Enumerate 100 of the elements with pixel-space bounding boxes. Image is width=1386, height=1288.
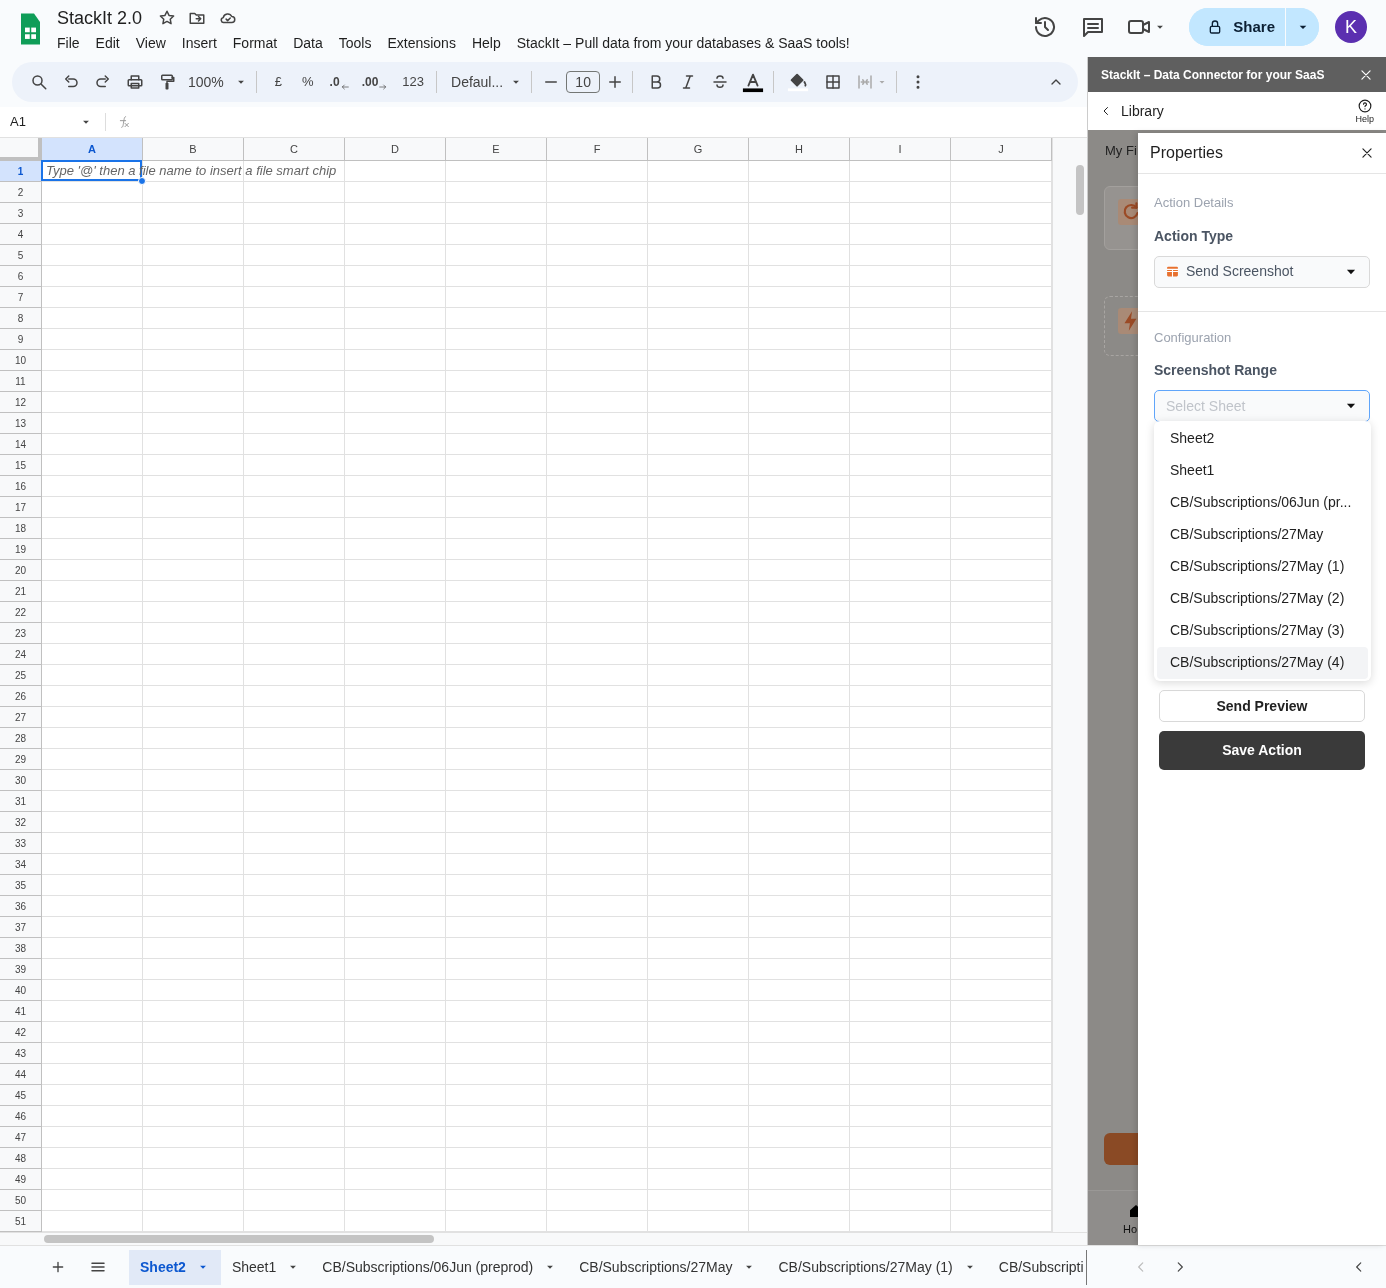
- decrease-decimal-button[interactable]: .0: [329, 76, 340, 88]
- row-header[interactable]: 46: [0, 1106, 42, 1127]
- row-header[interactable]: 1: [0, 161, 42, 182]
- row-header[interactable]: 28: [0, 728, 42, 749]
- close-icon[interactable]: [1360, 146, 1374, 160]
- dropdown-option[interactable]: CB/Subscriptions/27May (3): [1157, 614, 1368, 647]
- row-header[interactable]: 33: [0, 833, 42, 854]
- paint-format-icon[interactable]: [158, 73, 176, 91]
- strikethrough-icon[interactable]: [711, 73, 730, 91]
- column-header[interactable]: C: [244, 138, 345, 161]
- row-header[interactable]: 13: [0, 413, 42, 434]
- merge-cells-icon[interactable]: [856, 73, 875, 91]
- row-header[interactable]: 19: [0, 539, 42, 560]
- row-header[interactable]: 26: [0, 686, 42, 707]
- fill-handle[interactable]: [138, 177, 146, 185]
- column-header[interactable]: A: [42, 138, 143, 161]
- column-header[interactable]: G: [648, 138, 749, 161]
- menu-item[interactable]: File: [57, 34, 80, 52]
- row-header[interactable]: 27: [0, 707, 42, 728]
- row-header[interactable]: 14: [0, 434, 42, 455]
- row-header[interactable]: 47: [0, 1127, 42, 1148]
- row-header[interactable]: 35: [0, 875, 42, 896]
- row-header[interactable]: 41: [0, 1001, 42, 1022]
- send-preview-button[interactable]: Send Preview: [1159, 690, 1365, 722]
- document-title[interactable]: StackIt 2.0: [57, 6, 143, 30]
- borders-icon[interactable]: [824, 73, 843, 91]
- row-header[interactable]: 48: [0, 1148, 42, 1169]
- cell-reference[interactable]: A1: [10, 112, 70, 132]
- star-icon[interactable]: [158, 9, 177, 27]
- row-header[interactable]: 3: [0, 203, 42, 224]
- dropdown-option[interactable]: Sheet2: [1157, 422, 1368, 455]
- row-header[interactable]: 10: [0, 350, 42, 371]
- column-header[interactable]: F: [547, 138, 648, 161]
- row-header[interactable]: 4: [0, 224, 42, 245]
- print-icon[interactable]: [126, 73, 144, 91]
- menu-item[interactable]: Edit: [95, 34, 120, 52]
- save-action-button[interactable]: Save Action: [1159, 731, 1365, 770]
- vertical-scrollbar[interactable]: [1052, 138, 1087, 1232]
- dropdown-option[interactable]: CB/Subscriptions/27May (2): [1157, 582, 1368, 615]
- sheet-tab[interactable]: CB/Subscriptions/27May (1): [767, 1249, 988, 1285]
- increase-decimal-button[interactable]: .00: [361, 76, 379, 88]
- sheet-tab[interactable]: CB/Subscripti: [987, 1249, 1087, 1285]
- row-header[interactable]: 51: [0, 1211, 42, 1232]
- account-avatar[interactable]: K: [1335, 11, 1367, 43]
- row-header[interactable]: 44: [0, 1064, 42, 1085]
- row-header[interactable]: 5: [0, 245, 42, 266]
- row-header[interactable]: 16: [0, 476, 42, 497]
- dropdown-option[interactable]: CB/Subscriptions/06Jun (pr...: [1157, 486, 1368, 519]
- menu-item[interactable]: Format: [232, 34, 278, 52]
- percent-format-button[interactable]: %: [298, 72, 318, 92]
- row-header[interactable]: 21: [0, 581, 42, 602]
- column-header[interactable]: E: [446, 138, 547, 161]
- menu-item[interactable]: StackIt – Pull data from your databases & SaaS tools!: [516, 34, 850, 52]
- horizontal-scrollbar[interactable]: [0, 1232, 1087, 1245]
- row-header[interactable]: 40: [0, 980, 42, 1001]
- currency-format-button[interactable]: £: [270, 72, 287, 92]
- sheet-tab[interactable]: CB/Subscriptions/06Jun (preprod): [311, 1249, 569, 1285]
- row-header[interactable]: 30: [0, 770, 42, 791]
- text-color-icon[interactable]: [741, 71, 766, 93]
- comment-icon[interactable]: [1081, 15, 1106, 39]
- sheets-logo-icon[interactable]: [18, 12, 42, 46]
- sheet-tab[interactable]: CB/Subscriptions/27May: [568, 1249, 768, 1285]
- history-icon[interactable]: [1033, 15, 1058, 39]
- cell-grid[interactable]: [42, 161, 1052, 1232]
- add-sheet-icon[interactable]: [50, 1259, 66, 1275]
- back-link[interactable]: Library: [1121, 100, 1164, 122]
- action-type-select[interactable]: Send Screenshot: [1154, 255, 1370, 288]
- row-header[interactable]: 23: [0, 623, 42, 644]
- row-header[interactable]: 36: [0, 896, 42, 917]
- row-header[interactable]: 42: [0, 1022, 42, 1043]
- dropdown-option[interactable]: CB/Subscriptions/27May (4): [1157, 646, 1368, 679]
- row-header[interactable]: 25: [0, 665, 42, 686]
- row-header[interactable]: 50: [0, 1190, 42, 1211]
- menu-item[interactable]: Insert: [181, 34, 217, 52]
- row-header[interactable]: 29: [0, 749, 42, 770]
- menu-item[interactable]: Tools: [338, 34, 372, 52]
- zoom-select[interactable]: 100%: [188, 71, 224, 93]
- menu-item[interactable]: Extensions: [387, 34, 456, 52]
- dropdown-option[interactable]: Sheet1: [1157, 454, 1368, 487]
- fill-color-icon[interactable]: [786, 71, 811, 93]
- row-header[interactable]: 12: [0, 392, 42, 413]
- help-button[interactable]: Help: [1355, 98, 1374, 124]
- row-header[interactable]: 15: [0, 455, 42, 476]
- row-header[interactable]: 34: [0, 854, 42, 875]
- font-select[interactable]: Defaul...: [451, 71, 504, 93]
- row-header[interactable]: 7: [0, 287, 42, 308]
- row-header[interactable]: 9: [0, 329, 42, 350]
- column-header[interactable]: I: [850, 138, 951, 161]
- row-header[interactable]: 6: [0, 266, 42, 287]
- row-header[interactable]: 17: [0, 497, 42, 518]
- row-header[interactable]: 8: [0, 308, 42, 329]
- close-icon[interactable]: [1359, 67, 1373, 82]
- search-icon[interactable]: [30, 73, 48, 91]
- row-header[interactable]: 43: [0, 1043, 42, 1064]
- row-header[interactable]: 45: [0, 1085, 42, 1106]
- row-header[interactable]: 49: [0, 1169, 42, 1190]
- sheet-tab[interactable]: Sheet2: [129, 1249, 221, 1285]
- dropdown-option[interactable]: CB/Subscriptions/27May: [1157, 518, 1368, 551]
- row-header[interactable]: 39: [0, 959, 42, 980]
- row-header[interactable]: 24: [0, 644, 42, 665]
